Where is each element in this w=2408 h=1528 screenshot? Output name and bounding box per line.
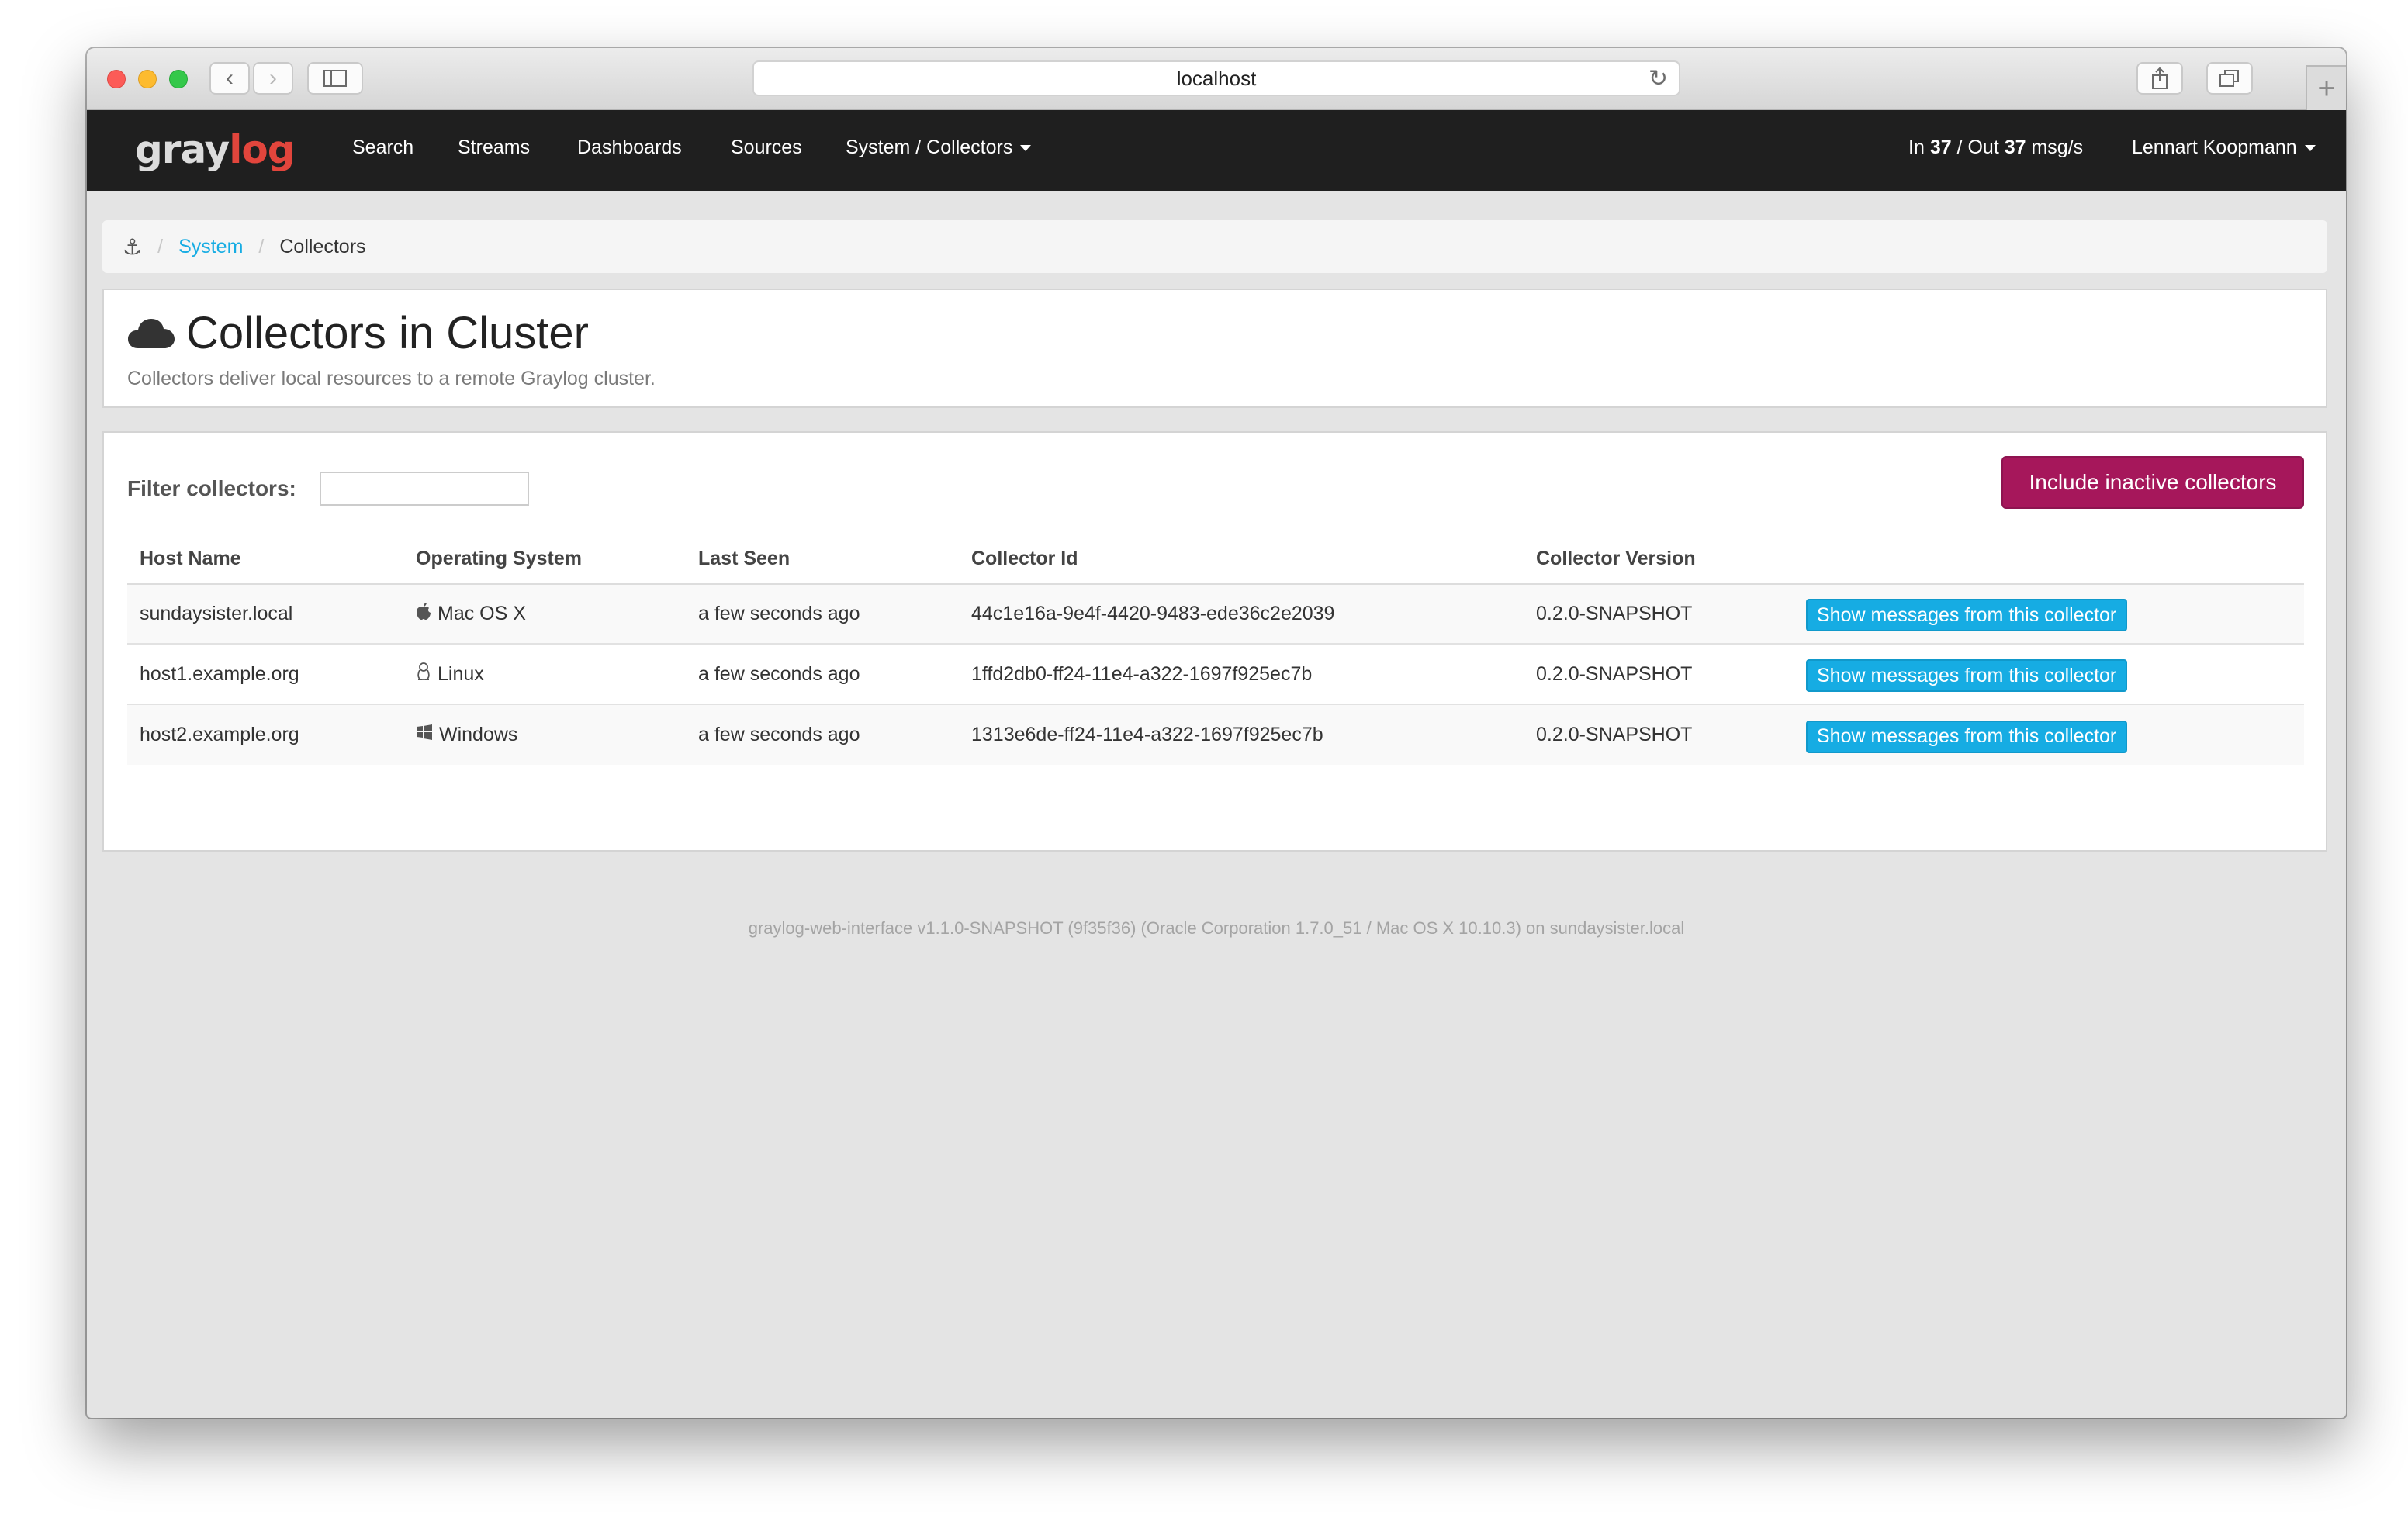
cell-os: Linux — [403, 643, 686, 704]
cell-collector-id: 44c1e16a-9e4f-4420-9483-ede36c2e2039 — [959, 583, 1524, 644]
os-name: Mac OS X — [438, 602, 526, 624]
cell-version: 0.2.0-SNAPSHOT — [1524, 643, 1794, 704]
logo-text-log: log — [229, 127, 295, 172]
throughput-out-value: 37 — [2004, 137, 2026, 158]
share-icon — [2152, 67, 2168, 89]
back-button[interactable]: ‹ — [209, 62, 250, 95]
table-header-row: Host Name Operating System Last Seen Col… — [127, 535, 2304, 585]
table-row: host1.example.org Linux a few seconds ag… — [127, 643, 2304, 704]
chevron-left-icon: ‹ — [226, 65, 234, 91]
close-window-button[interactable] — [107, 70, 126, 88]
cell-last-seen: a few seconds ago — [686, 583, 959, 644]
throughput-separator: / Out — [1956, 137, 1999, 158]
tabs-overview-button[interactable] — [2206, 62, 2253, 95]
breadcrumb-system-link[interactable]: System — [178, 236, 243, 258]
sidebar-icon — [323, 70, 347, 87]
cell-os: Mac OS X — [403, 583, 686, 644]
linux-icon — [416, 662, 431, 686]
cloud-icon — [128, 318, 175, 348]
column-header-actions — [1794, 535, 2304, 585]
nav-dashboards[interactable]: Dashboards — [577, 137, 682, 159]
user-menu[interactable]: Lennart Koopmann — [2132, 137, 2316, 159]
address-bar[interactable]: localhost ↻ — [752, 60, 1680, 96]
throughput-indicator: In 37 / Out 37 msg/s — [1908, 137, 2083, 159]
collectors-panel: Filter collectors: Include inactive coll… — [102, 431, 2327, 852]
column-header-id[interactable]: Collector Id — [959, 535, 1524, 585]
minimize-window-button[interactable] — [138, 70, 157, 88]
cell-last-seen: a few seconds ago — [686, 643, 959, 704]
cell-host: host2.example.org — [127, 704, 403, 765]
nav-search-label: Search — [352, 137, 414, 158]
breadcrumb: ⚓ / System / Collectors — [102, 220, 2327, 273]
share-button[interactable] — [2136, 62, 2183, 95]
browser-titlebar: ‹ › localhost ↻ + — [87, 48, 2346, 110]
include-inactive-button[interactable]: Include inactive collectors — [2001, 456, 2304, 509]
nav-sources-label: Sources — [731, 137, 802, 158]
tabs-icon — [2219, 70, 2239, 87]
show-messages-button[interactable]: Show messages from this collector — [1806, 659, 2128, 692]
throughput-unit: msg/s — [2031, 137, 2084, 158]
sidebar-toggle-button[interactable] — [307, 62, 363, 95]
page-title: Collectors in Cluster — [127, 307, 589, 359]
url-text: localhost — [1176, 66, 1257, 90]
column-header-version[interactable]: Collector Version — [1524, 535, 1794, 585]
nav-system-dropdown[interactable]: System / Collectors — [846, 137, 1032, 159]
top-navbar: graylog Search Streams Dashboards Source… — [87, 110, 2346, 191]
os-name: Linux — [438, 662, 484, 685]
breadcrumb-current: Collectors — [279, 235, 366, 258]
reload-icon[interactable]: ↻ — [1649, 65, 1668, 92]
breadcrumb-separator: / — [258, 235, 265, 258]
zoom-window-button[interactable] — [169, 70, 188, 88]
os-name: Windows — [439, 724, 518, 745]
cell-last-seen: a few seconds ago — [686, 704, 959, 765]
show-messages-button[interactable]: Show messages from this collector — [1806, 720, 2128, 753]
page-header-panel: Collectors in Cluster Collectors deliver… — [102, 289, 2327, 408]
anchor-icon[interactable]: ⚓ — [123, 234, 142, 260]
cell-action: Show messages from this collector — [1794, 583, 2304, 644]
windows-icon — [416, 724, 433, 746]
nav-streams[interactable]: Streams — [458, 137, 530, 159]
cell-action: Show messages from this collector — [1794, 704, 2304, 765]
cell-host: host1.example.org — [127, 643, 403, 704]
nav-system-label: System / Collectors — [846, 137, 1013, 158]
apple-icon — [416, 602, 431, 626]
nav-search[interactable]: Search — [352, 137, 413, 159]
graylog-logo[interactable]: graylog — [135, 127, 296, 172]
cell-version: 0.2.0-SNAPSHOT — [1524, 704, 1794, 765]
filter-label: Filter collectors: — [127, 476, 296, 500]
show-messages-button[interactable]: Show messages from this collector — [1806, 599, 2128, 632]
column-header-os[interactable]: Operating System — [403, 535, 686, 585]
column-header-host[interactable]: Host Name — [127, 535, 403, 585]
cell-version: 0.2.0-SNAPSHOT — [1524, 583, 1794, 644]
page-subtitle: Collectors deliver local resources to a … — [127, 368, 656, 389]
cell-action: Show messages from this collector — [1794, 643, 2304, 704]
cell-os: Windows — [403, 704, 686, 765]
throughput-in-label: In — [1908, 137, 1925, 158]
collectors-table: Host Name Operating System Last Seen Col… — [127, 535, 2304, 765]
page-title-text: Collectors in Cluster — [186, 308, 589, 358]
table-row: host2.example.org Windows a few seconds … — [127, 704, 2304, 765]
nav-dashboards-label: Dashboards — [577, 137, 682, 158]
caret-down-icon — [2304, 144, 2316, 151]
breadcrumb-separator: / — [157, 235, 164, 258]
cell-collector-id: 1ffd2db0-ff24-11e4-a322-1697f925ec7b — [959, 643, 1524, 704]
throughput-in-value: 37 — [1929, 137, 1952, 158]
cell-host: sundaysister.local — [127, 583, 403, 644]
browser-window: ‹ › localhost ↻ + graylog Search Streams… — [87, 48, 2346, 1418]
nav-sources[interactable]: Sources — [731, 137, 802, 159]
chevron-right-icon: › — [269, 65, 277, 91]
nav-streams-label: Streams — [458, 137, 531, 158]
filter-collectors-input[interactable] — [320, 472, 529, 506]
user-name: Lennart Koopmann — [2132, 137, 2297, 158]
table-row: sundaysister.local Mac OS X a few second… — [127, 583, 2304, 644]
caret-down-icon — [1020, 144, 1032, 151]
logo-text-gray: gray — [135, 127, 230, 172]
column-header-last-seen[interactable]: Last Seen — [686, 535, 959, 585]
plus-icon: + — [2317, 71, 2336, 105]
new-tab-button[interactable]: + — [2306, 65, 2346, 110]
cell-collector-id: 1313e6de-ff24-11e4-a322-1697f925ec7b — [959, 704, 1524, 765]
forward-button[interactable]: › — [253, 62, 293, 95]
page-footer: graylog-web-interface v1.1.0-SNAPSHOT (9… — [748, 918, 1685, 938]
